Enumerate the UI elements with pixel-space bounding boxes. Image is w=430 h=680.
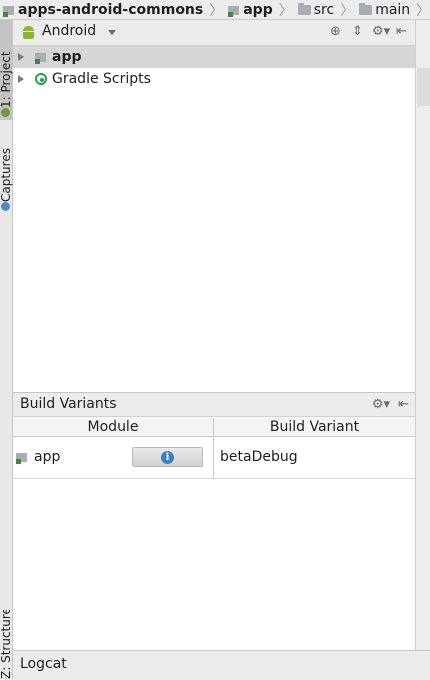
- hide-icon[interactable]: ⇤: [394, 24, 409, 39]
- breadcrumb-label: main: [375, 1, 411, 18]
- tab-project[interactable]: 1: Project: [0, 20, 13, 120]
- breadcrumb-label: apps-android-commons: [18, 1, 204, 18]
- column-header-build-variant[interactable]: Build Variant: [214, 418, 415, 436]
- column-header-module[interactable]: Module: [13, 418, 214, 436]
- project-tree: app Gradle Scripts: [13, 46, 415, 90]
- hide-icon[interactable]: ⇤: [398, 397, 409, 412]
- gear-icon[interactable]: ⚙▾: [372, 24, 390, 39]
- view-selector[interactable]: Android: [42, 23, 96, 39]
- tab-captures-label: Captures: [0, 148, 13, 202]
- breadcrumb-main[interactable]: main: [356, 0, 414, 19]
- expand-arrow-icon[interactable]: [18, 53, 24, 61]
- breadcrumb-separator: 〉: [416, 2, 430, 19]
- left-tool-strip: 1: Project Captures Z: Structure: [0, 20, 13, 679]
- expand-arrow-icon[interactable]: [18, 75, 24, 83]
- project-panel-header: Android ⊕ ⇕ ⚙▾ ⇤: [13, 20, 415, 46]
- captures-icon: [1, 202, 11, 211]
- navigation-breadcrumb: apps-android-commons 〉 app 〉 src 〉 main …: [0, 0, 430, 20]
- tree-item-label: app: [52, 49, 82, 65]
- gradle-icon: [35, 73, 47, 85]
- module-name: app: [34, 449, 61, 465]
- tab-structure[interactable]: Z: Structure: [0, 610, 12, 679]
- chevron-down-icon[interactable]: [108, 30, 116, 35]
- tab-project-label: 1: Project: [0, 51, 13, 108]
- tab-structure-label: Z: Structure: [0, 610, 12, 679]
- breadcrumb-separator: 〉: [278, 2, 293, 19]
- selection-marker: [417, 68, 430, 106]
- breadcrumb-separator: 〉: [340, 2, 355, 19]
- editor-edge: [415, 20, 430, 650]
- breadcrumb-project[interactable]: apps-android-commons: [0, 0, 207, 19]
- folder-icon: [359, 3, 373, 15]
- module-icon: [3, 4, 15, 17]
- project-icon: [1, 108, 11, 117]
- breadcrumb-label: src: [313, 1, 335, 18]
- module-icon: [228, 4, 240, 17]
- build-variants-header: Build Variants ⚙▾ ⇤: [13, 392, 415, 417]
- module-info-button[interactable]: i: [132, 447, 203, 467]
- collapse-icon[interactable]: ⇕: [350, 24, 365, 39]
- logcat-tab[interactable]: Logcat: [13, 650, 430, 680]
- build-variant-value: betaDebug: [220, 449, 298, 465]
- breadcrumb-src[interactable]: src: [295, 0, 338, 19]
- build-variants-table: Module Build Variant app i betaDebug: [13, 418, 415, 479]
- gear-icon[interactable]: ⚙▾: [372, 397, 390, 412]
- tree-item-gradle-scripts[interactable]: Gradle Scripts: [13, 68, 415, 90]
- panel-title: Build Variants: [20, 396, 117, 412]
- table-row: app i betaDebug: [13, 437, 415, 479]
- tree-item-app[interactable]: app: [13, 46, 415, 68]
- module-icon: [16, 451, 28, 464]
- breadcrumb-separator: 〉: [209, 2, 224, 19]
- tree-item-label: Gradle Scripts: [52, 71, 151, 87]
- breadcrumb-label: app: [243, 1, 273, 18]
- module-icon: [35, 51, 47, 64]
- info-icon: i: [161, 450, 174, 464]
- table-header: Module Build Variant: [13, 418, 415, 437]
- locate-icon[interactable]: ⊕: [328, 24, 343, 39]
- android-icon: [22, 26, 35, 39]
- tab-captures[interactable]: Captures: [0, 124, 13, 214]
- logcat-label: Logcat: [20, 656, 67, 672]
- build-variant-cell[interactable]: betaDebug: [214, 437, 415, 478]
- breadcrumb-app[interactable]: app: [225, 0, 277, 19]
- folder-icon: [297, 3, 311, 15]
